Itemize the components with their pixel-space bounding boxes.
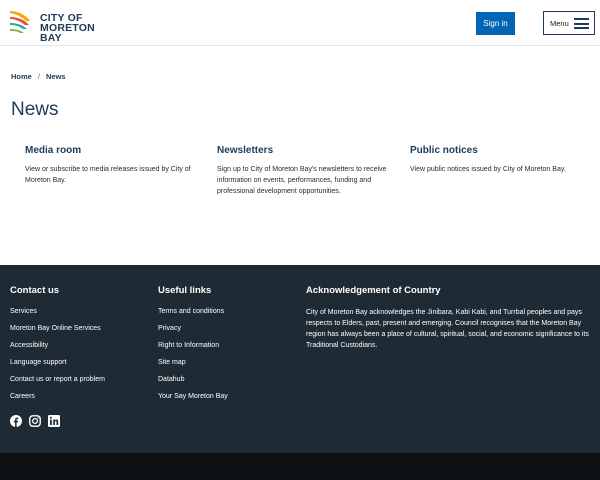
menu-label: Menu	[550, 18, 569, 28]
card-description: View or subscribe to media releases issu…	[25, 166, 191, 184]
hamburger-icon	[574, 18, 589, 29]
footer-heading-contact: Contact us	[10, 285, 60, 296]
footer-link-careers[interactable]: Careers	[10, 392, 105, 409]
footer-useful-column: Useful links Terms and conditions Privac…	[158, 285, 228, 409]
footer-acknowledgement: Acknowledgement of Country City of Moret…	[306, 285, 590, 351]
card-title-public-notices[interactable]: Public notices	[410, 145, 580, 156]
card-media-room: Media room View or subscribe to media re…	[25, 145, 195, 186]
footer-heading-acknowledgement: Acknowledgement of Country	[306, 285, 441, 296]
card-description: Sign up to City of Moreton Bay's newslet…	[217, 166, 387, 195]
card-description: View public notices issued by City of Mo…	[410, 166, 566, 173]
footer-link-your-say[interactable]: Your Say Moreton Bay	[158, 392, 228, 409]
footer-link-contact-report[interactable]: Contact us or report a problem	[10, 375, 105, 392]
footer-link-online-services[interactable]: Moreton Bay Online Services	[10, 324, 105, 341]
card-title-media-room[interactable]: Media room	[25, 145, 195, 156]
acknowledgement-text: City of Moreton Bay acknowledges the Jin…	[306, 309, 589, 349]
social-links	[10, 415, 60, 427]
site-footer: Contact us Services Moreton Bay Online S…	[0, 265, 600, 453]
footer-bottom-bar	[0, 453, 600, 480]
footer-link-datahub[interactable]: Datahub	[158, 375, 228, 392]
breadcrumb-separator: /	[37, 72, 40, 81]
site-logo[interactable]: CITY OF MORETON BAY	[8, 7, 118, 43]
breadcrumb: Home / News	[11, 72, 66, 81]
footer-link-sitemap[interactable]: Site map	[158, 358, 228, 375]
footer-contact-column: Contact us Services Moreton Bay Online S…	[10, 285, 105, 409]
linkedin-icon[interactable]	[48, 415, 60, 427]
breadcrumb-home[interactable]: Home	[11, 72, 32, 81]
footer-heading-useful: Useful links	[158, 285, 212, 296]
logo-wordmark: CITY OF MORETON BAY	[40, 13, 118, 44]
footer-link-rti[interactable]: Right to Information	[158, 341, 228, 358]
card-title-newsletters[interactable]: Newsletters	[217, 145, 387, 156]
facebook-icon[interactable]	[10, 415, 22, 427]
page-title: News	[11, 99, 59, 120]
instagram-icon[interactable]	[29, 415, 41, 427]
breadcrumb-current[interactable]: News	[46, 72, 66, 81]
footer-link-services[interactable]: Services	[10, 307, 105, 324]
footer-link-privacy[interactable]: Privacy	[158, 324, 228, 341]
card-public-notices: Public notices View public notices issue…	[410, 145, 580, 175]
footer-link-language-support[interactable]: Language support	[10, 358, 105, 375]
card-newsletters: Newsletters Sign up to City of Moreton B…	[217, 145, 387, 197]
footer-link-accessibility[interactable]: Accessibility	[10, 341, 105, 358]
site-header: CITY OF MORETON BAY Sign in Menu	[0, 0, 600, 46]
logo-line-2: MORETON BAY	[40, 22, 95, 44]
footer-link-terms[interactable]: Terms and conditions	[158, 307, 228, 324]
logo-mark-icon	[10, 11, 30, 33]
menu-button[interactable]: Menu	[543, 11, 595, 35]
sign-in-button[interactable]: Sign in	[476, 12, 515, 35]
